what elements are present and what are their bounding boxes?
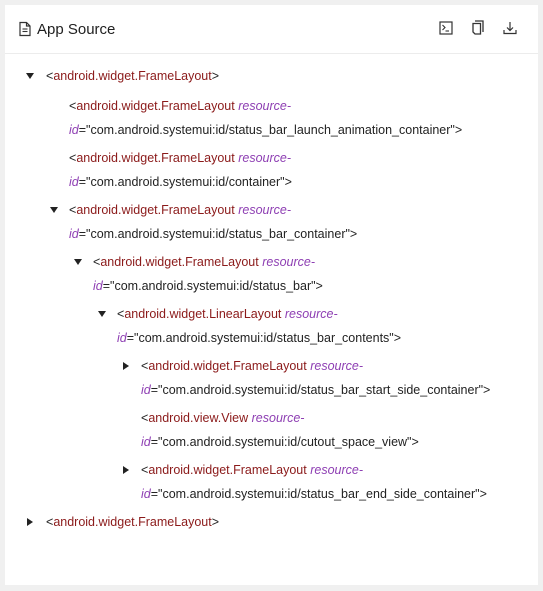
node-tag: android.widget.FrameLayout [76,99,235,113]
toggle-attributes-button[interactable] [430,20,462,40]
tree-node[interactable]: <android.widget.FrameLayout resource- id… [123,458,487,506]
tree-node[interactable]: <android.widget.FrameLayout> [5,64,219,88]
tree-node[interactable]: <android.widget.FrameLayout resource- id… [123,354,491,402]
terminal-icon [439,20,453,40]
caret-right-icon[interactable] [121,354,131,378]
node-attr-name: resource- [310,463,364,477]
panel-header: App Source [5,5,538,54]
tree-node[interactable]: <android.widget.FrameLayout resource- id… [69,94,462,142]
caret-down-icon[interactable] [73,250,83,274]
node-attr-name: resource- [238,203,292,217]
caret-down-icon[interactable] [49,198,59,222]
app-source-panel: App Source <android.widget.FrameLayout> … [5,5,538,585]
caret-right-icon[interactable] [121,458,131,482]
node-tag: android.widget.FrameLayout [148,463,307,477]
node-tag: android.widget.FrameLayout [76,203,235,217]
node-attr-name: resource- [262,255,316,269]
node-attr-value: "com.android.systemui:id/status_bar_star… [158,383,491,397]
node-tag: android.widget.FrameLayout [53,515,212,529]
node-attr-value: "com.android.systemui:id/status_bar_end_… [158,487,487,501]
node-attr-value: "com.android.systemui:id/cutout_space_vi… [158,435,419,449]
node-tag: android.view.View [148,411,249,425]
node-attr-value: "com.android.systemui:id/status_bar"> [110,279,323,293]
tree-node[interactable]: <android.view.View resource- id="com.and… [141,406,419,454]
copy-xml-button[interactable] [462,20,494,40]
caret-down-icon[interactable] [25,64,35,88]
panel-title: App Source [18,19,115,39]
node-attr-value: "com.android.systemui:id/status_bar_cont… [86,227,358,241]
tree-node[interactable]: <android.widget.FrameLayout> [5,510,219,534]
tree-node[interactable]: <android.widget.FrameLayout resource- id… [69,146,292,194]
download-xml-button[interactable] [494,20,526,40]
download-icon [503,21,517,40]
node-tag: android.widget.FrameLayout [53,69,212,83]
node-attr-name: resource- [251,411,305,425]
node-attr-value: "com.android.systemui:id/status_bar_cont… [134,331,402,345]
node-attr-name: resource- [284,307,338,321]
node-attr-name: resource- [238,99,292,113]
node-tag: android.widget.FrameLayout [100,255,259,269]
node-tag: android.widget.FrameLayout [148,359,307,373]
node-attr-name: resource- [310,359,364,373]
node-tag: android.widget.FrameLayout [76,151,235,165]
document-icon [18,21,32,37]
header-toolbar [430,20,526,40]
node-attr-value: "com.android.systemui:id/container"> [86,175,292,189]
node-attr-name: resource- [238,151,292,165]
tree-node[interactable]: <android.widget.LinearLayout resource- i… [98,302,402,350]
tree-node[interactable]: <android.widget.FrameLayout resource- id… [50,198,358,246]
caret-right-icon[interactable] [25,510,35,534]
node-attr-value: "com.android.systemui:id/status_bar_laun… [86,123,463,137]
caret-down-icon[interactable] [97,302,107,326]
panel-title-text: App Source [37,20,116,38]
copy-icon [471,20,485,40]
tree-node[interactable]: <android.widget.FrameLayout resource- id… [74,250,323,298]
node-tag: android.widget.LinearLayout [124,307,282,321]
